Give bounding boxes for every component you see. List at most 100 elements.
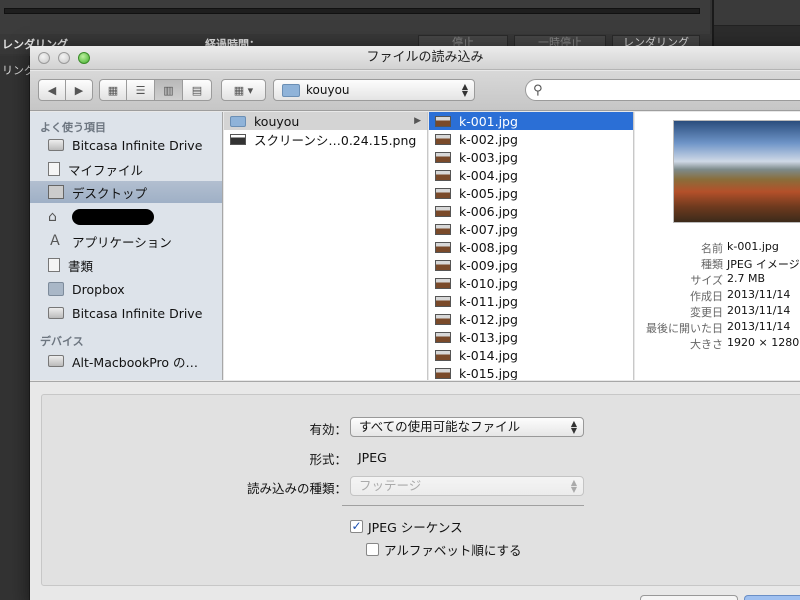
file-name: k-013.jpg (459, 329, 518, 345)
info-key: 名前 (701, 242, 723, 255)
jpeg-sequence-checkbox[interactable]: ✓ JPEG シーケンス (350, 517, 463, 536)
jpeg-file-icon (435, 367, 451, 379)
file-name: k-011.jpg (459, 293, 518, 309)
forward-button[interactable]: ▶ (65, 79, 93, 101)
jpeg-file-icon (435, 151, 451, 163)
arrange-button[interactable]: ▦ ▾ (221, 79, 266, 101)
list-item[interactable]: k-015.jpg (429, 364, 633, 380)
home-icon: ⌂ (48, 209, 57, 225)
info-opened-row: 最後に開いた日 2013/11/14 (635, 320, 800, 336)
applications-icon: Ａ (48, 233, 62, 249)
info-key: 変更日 (690, 306, 723, 319)
import-as-label: 読み込みの種類： (246, 481, 347, 496)
jpeg-file-icon (435, 115, 451, 127)
alphabetical-order-checkbox[interactable]: アルファベット順にする (366, 540, 522, 559)
back-button[interactable]: ◀ (38, 79, 66, 101)
zoom-window-button[interactable] (78, 52, 90, 64)
import-as-popup[interactable]: フッテージ ▲ ▼ (350, 476, 584, 496)
info-value: JPEG イメージ (727, 258, 800, 271)
file-name: k-006.jpg (459, 203, 518, 219)
minimize-window-button[interactable] (58, 52, 70, 64)
list-item[interactable]: k-002.jpg (429, 130, 633, 148)
sidebar-item-applications[interactable]: Ａ アプリケーション (30, 230, 222, 252)
drive-icon (48, 139, 64, 151)
list-item[interactable]: k-001.jpg (429, 112, 633, 130)
bg-right-header (714, 0, 800, 26)
file-name: k-004.jpg (459, 167, 518, 183)
info-kind-row: 種類 JPEG イメージ (635, 256, 800, 272)
open-button-partial[interactable] (744, 595, 800, 600)
icon-view-icon: ▦ (107, 83, 119, 97)
format-value: JPEG (358, 450, 387, 465)
options-area: 有効： すべての使用可能なファイル ▲ ▼ 形式： JPEG 読み込みの種類： フ… (30, 381, 800, 600)
bg-progress-track (4, 8, 700, 14)
path-popup[interactable]: kouyou ▲ ▼ (273, 79, 475, 101)
browser-column-1: kouyou ▶ スクリーンシ…0.24.15.png (224, 112, 428, 380)
sidebar-item-home[interactable]: ⌂ (30, 206, 222, 228)
list-item[interactable]: k-013.jpg (429, 328, 633, 346)
list-item[interactable]: k-006.jpg (429, 202, 633, 220)
info-size-row: サイズ 2.7 MB (635, 272, 800, 288)
list-item[interactable]: k-005.jpg (429, 184, 633, 202)
bg-left-column (0, 56, 30, 600)
desktop-icon (48, 185, 64, 199)
list-item[interactable]: k-012.jpg (429, 310, 633, 328)
coverflow-view-button[interactable]: ▤ (182, 79, 212, 101)
icon-view-button[interactable]: ▦ (99, 79, 127, 101)
search-field[interactable]: ⚲ (525, 79, 800, 101)
sidebar-item-documents[interactable]: 書類 (30, 254, 222, 276)
list-item[interactable]: k-008.jpg (429, 238, 633, 256)
options-panel: 有効： すべての使用可能なファイル ▲ ▼ 形式： JPEG 読み込みの種類： フ… (41, 394, 800, 586)
list-item[interactable]: k-007.jpg (429, 220, 633, 238)
sidebar-item-bitcasa[interactable]: Bitcasa Infinite Drive (30, 134, 222, 156)
computer-icon (48, 355, 64, 367)
enable-label: 有効： (309, 422, 347, 437)
list-item[interactable]: k-010.jpg (429, 274, 633, 292)
drive-icon (48, 307, 64, 319)
sidebar-item-dropbox[interactable]: Dropbox (30, 278, 222, 300)
list-item-kouyou[interactable]: kouyou ▶ (224, 112, 427, 130)
list-item[interactable]: k-004.jpg (429, 166, 633, 184)
list-item-screenshot[interactable]: スクリーンシ…0.24.15.png (224, 130, 427, 148)
info-value: 2013/11/14 (727, 320, 791, 333)
jpeg-file-icon (435, 349, 451, 361)
list-item[interactable]: k-003.jpg (429, 148, 633, 166)
info-created-row: 作成日 2013/11/14 (635, 288, 800, 304)
column-view-button[interactable]: ▥ (154, 79, 183, 101)
sidebar-item-desktop[interactable]: デスクトップ (30, 181, 222, 203)
sidebar-item-bitcasa-2[interactable]: Bitcasa Infinite Drive (30, 302, 222, 324)
list-view-button[interactable]: ☰ (126, 79, 155, 101)
list-item[interactable]: k-014.jpg (429, 346, 633, 364)
redacted-username (72, 209, 154, 225)
checkbox-empty-icon (366, 543, 379, 556)
list-item[interactable]: k-009.jpg (429, 256, 633, 274)
checkmark-icon: ✓ (350, 519, 363, 533)
updown-arrows-icon: ▲ ▼ (570, 478, 577, 494)
sidebar-item-label: Bitcasa Infinite Drive (72, 137, 203, 153)
import-as-popup-value: フッテージ (359, 478, 422, 493)
info-dimensions-row: 大きさ 1920 × 1280 (635, 336, 800, 352)
jpeg-file-icon (435, 133, 451, 145)
list-item[interactable]: k-011.jpg (429, 292, 633, 310)
info-value: 2.7 MB (727, 272, 766, 285)
documents-icon (48, 258, 60, 272)
sidebar-item-label: Dropbox (72, 281, 125, 297)
enable-popup[interactable]: すべての使用可能なファイル ▲ ▼ (350, 417, 584, 437)
sidebar-item-macbookpro[interactable]: Alt-MacbookPro の… (30, 350, 222, 372)
jpeg-file-icon (435, 295, 451, 307)
close-window-button[interactable] (38, 52, 50, 64)
jpeg-sequence-label: JPEG シーケンス (368, 520, 463, 535)
info-modified-row: 変更日 2013/11/14 (635, 304, 800, 320)
cancel-button-partial[interactable] (640, 595, 738, 600)
enable-popup-value: すべての使用可能なファイル (359, 419, 521, 434)
info-value: 2013/11/14 (727, 288, 791, 301)
info-value: 1920 × 1280 (727, 336, 800, 349)
sidebar-item-all-my-files[interactable]: マイファイル (30, 158, 222, 180)
search-icon: ⚲ (533, 83, 543, 98)
file-name: k-001.jpg (459, 113, 518, 129)
folder-icon (230, 115, 246, 127)
bg-top-bar (0, 0, 710, 36)
info-key: 種類 (701, 258, 723, 271)
folder-icon (282, 84, 300, 97)
list-view-icon: ☰ (135, 83, 146, 97)
